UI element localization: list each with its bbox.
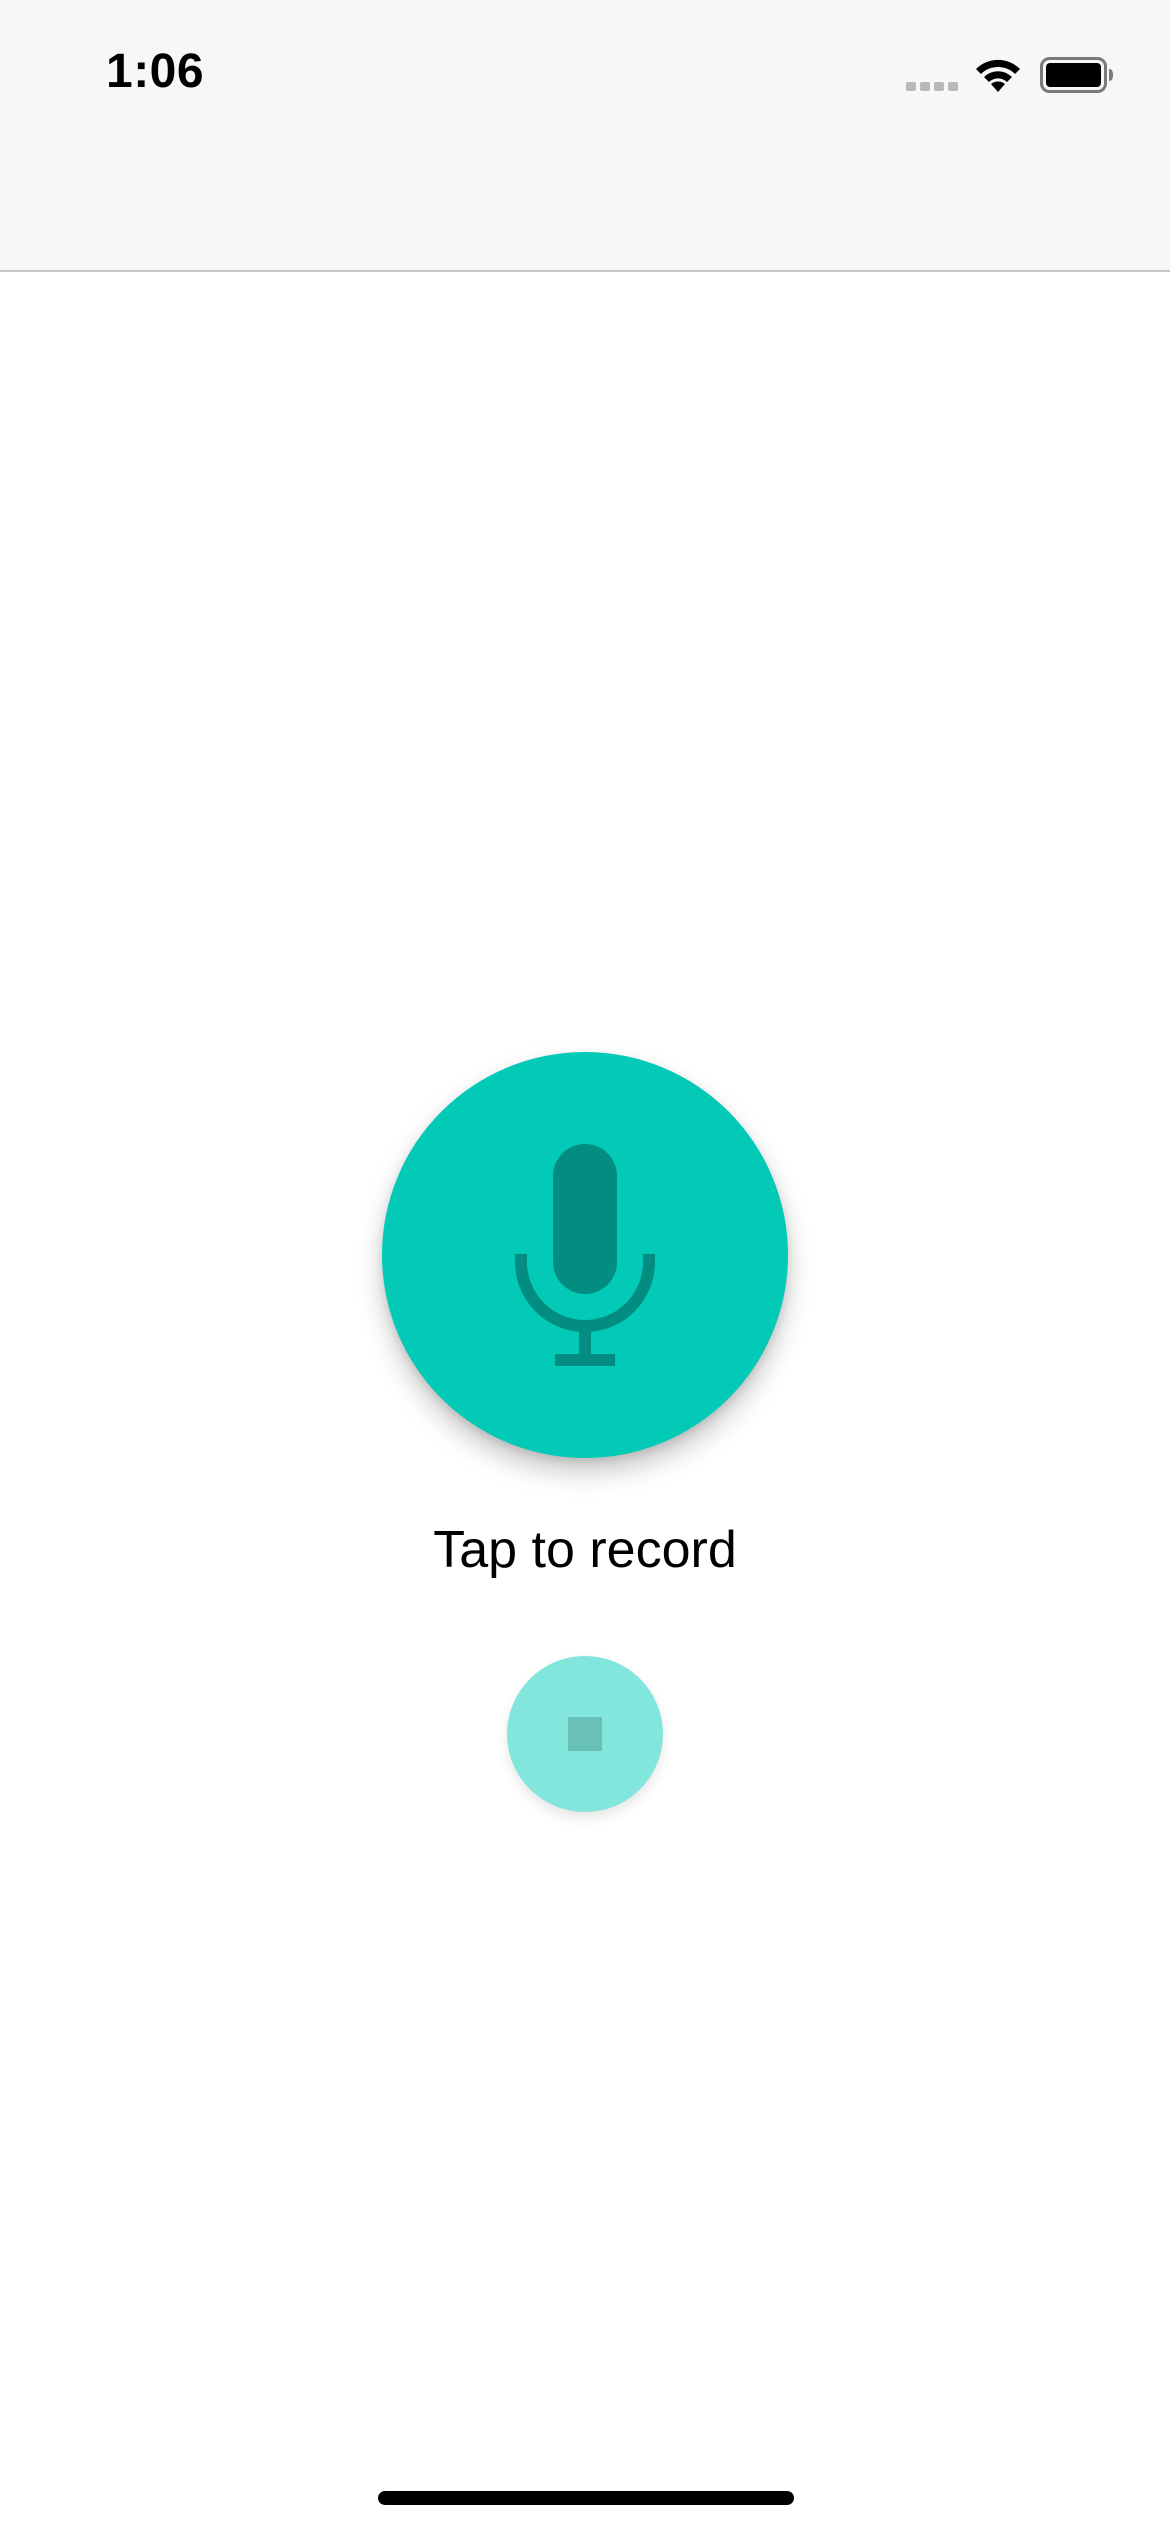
status-time: 1:06 — [106, 45, 205, 98]
stop-button[interactable] — [507, 1656, 663, 1812]
battery-icon — [1040, 57, 1113, 93]
microphone-icon — [515, 1144, 655, 1366]
signal-icon — [906, 82, 958, 91]
wifi-icon — [976, 59, 1020, 92]
status-bar: 1:06 — [0, 0, 1170, 272]
tap-to-record-label: Tap to record — [433, 1521, 737, 1579]
stop-icon — [568, 1717, 602, 1751]
home-indicator[interactable] — [378, 2491, 794, 2505]
record-button[interactable] — [382, 1052, 788, 1458]
